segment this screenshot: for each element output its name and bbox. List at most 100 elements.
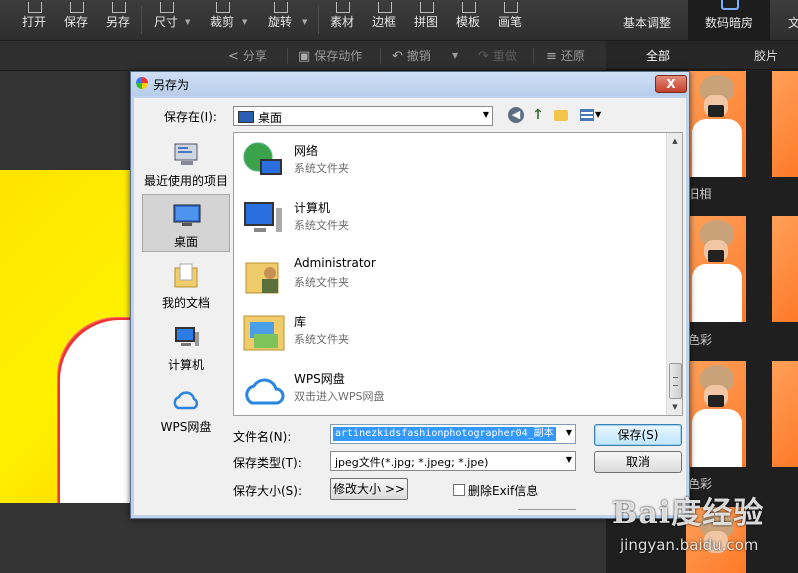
toolbar-divider xyxy=(380,48,381,64)
list-item[interactable]: 网络 系统文件夹 xyxy=(238,133,658,189)
scroll-down-arrow-icon[interactable]: ▼ xyxy=(667,399,682,415)
template-icon xyxy=(462,2,476,13)
undo-icon: ↶ xyxy=(392,49,403,64)
resize-button[interactable]: 修改大小 >> xyxy=(330,478,408,500)
save-dialog-button[interactable]: 保存(S) xyxy=(594,424,682,446)
darkroom-icon xyxy=(721,0,739,10)
file-list-scrollbar[interactable]: ▲ ▼ xyxy=(666,133,682,415)
dialog-body: 保存在(I): 桌面 ▼ ◀ ↑ ▼ 最近使用的项目 桌面 我的文档 计算机 W… xyxy=(134,98,686,515)
remove-exif-checkbox[interactable] xyxy=(453,484,465,496)
filename-input[interactable]: artinezkidsfashionphotographer04_副本 ▼ xyxy=(330,424,576,444)
view-menu-button[interactable] xyxy=(580,109,594,121)
tab-film[interactable]: 胶片 xyxy=(754,47,778,64)
effect-thumbnail[interactable] xyxy=(686,216,746,322)
computer-icon xyxy=(175,327,199,346)
cancel-button[interactable]: 取消 xyxy=(594,451,682,473)
effect-thumbnail[interactable] xyxy=(772,216,798,322)
photo-preview xyxy=(0,170,132,503)
baidu-watermark: Bai度经验 jingyan.baidu.com xyxy=(612,496,765,554)
filesize-label: 保存大小(S): xyxy=(233,484,303,498)
chevron-down-icon[interactable]: ▼ xyxy=(566,428,572,437)
scrollbar-thumb[interactable] xyxy=(669,363,682,399)
redo-button[interactable]: ↷ 重做 xyxy=(478,47,517,64)
chevron-down-icon[interactable]: ▼ xyxy=(452,51,458,60)
photo-subject xyxy=(60,320,132,503)
filetype-label: 保存类型(T): xyxy=(233,456,302,470)
share-icon: < xyxy=(228,49,239,64)
file-list[interactable]: 网络 系统文件夹 计算机 系统文件夹 Administrator 系统文件夹 库… xyxy=(233,132,683,416)
places-bar: 最近使用的项目 桌面 我的文档 计算机 WPS网盘 xyxy=(142,134,230,434)
save-in-select[interactable]: 桌面 ▼ xyxy=(233,106,493,126)
rotate-tool-button[interactable]: 旋转 xyxy=(266,0,294,40)
close-button[interactable]: X xyxy=(655,75,687,93)
dialog-titlebar[interactable]: 另存为 X xyxy=(131,72,689,96)
chevron-down-icon[interactable]: ▼ xyxy=(185,18,190,26)
list-item[interactable]: 库 系统文件夹 xyxy=(238,304,658,360)
brush-icon xyxy=(504,2,518,13)
open-button[interactable]: 打开 xyxy=(20,0,48,40)
filename-label: 文件名(N): xyxy=(233,430,292,444)
effect-thumbnail[interactable] xyxy=(686,361,746,467)
place-wps-cloud[interactable]: WPS网盘 xyxy=(142,380,230,438)
tab-basic-adjust[interactable]: 基本调整 xyxy=(606,0,688,40)
border-icon xyxy=(378,2,392,13)
list-item[interactable]: Administrator 系统文件夹 xyxy=(238,247,658,303)
chevron-down-icon[interactable]: ▼ xyxy=(595,110,601,119)
template-button[interactable]: 模板 xyxy=(454,0,482,40)
open-icon xyxy=(28,2,42,13)
save-button[interactable]: 保存 xyxy=(62,0,90,40)
remove-exif-label: 删除Exif信息 xyxy=(468,484,539,498)
border-button[interactable]: 边框 xyxy=(370,0,398,40)
desktop-icon xyxy=(238,111,254,123)
tab-all[interactable]: 全部 xyxy=(646,47,670,64)
place-documents[interactable]: 我的文档 xyxy=(142,256,230,314)
computer-icon xyxy=(244,202,282,232)
effect-label: 色彩 xyxy=(688,333,713,347)
save-as-icon xyxy=(112,2,126,13)
crop-tool-button[interactable]: 裁剪 xyxy=(208,0,236,40)
resize-tool-button[interactable]: 尺寸 xyxy=(152,0,180,40)
toolbar-divider xyxy=(533,48,534,64)
save-as-button[interactable]: 另存 xyxy=(104,0,132,40)
tab-text[interactable]: 文 xyxy=(770,0,798,40)
new-folder-button[interactable] xyxy=(554,110,568,121)
toolbar-divider xyxy=(318,6,319,34)
main-toolbar: 打开 保存 另存 尺寸 ▼ 裁剪 ▼ 旋转 ▼ 素材 边框 拼图 模板 画笔 基… xyxy=(0,0,798,41)
share-button[interactable]: < 分享 xyxy=(228,47,267,64)
save-action-icon: ▣ xyxy=(298,49,311,64)
filetype-select[interactable]: jpeg文件(*.jpg; *.jpeg; *.jpe) ▼ xyxy=(330,451,576,471)
desktop-icon xyxy=(173,204,201,226)
cloud-icon xyxy=(245,378,285,405)
collage-button[interactable]: 拼图 xyxy=(412,0,440,40)
save-in-label: 保存在(I): xyxy=(164,110,217,124)
collage-icon xyxy=(420,2,434,13)
place-desktop[interactable]: 桌面 xyxy=(142,194,230,252)
effects-tabs: 全部 胶片 xyxy=(606,41,798,70)
scroll-up-arrow-icon[interactable]: ▲ xyxy=(667,133,682,149)
effect-thumbnail[interactable] xyxy=(686,71,746,177)
effect-thumbnail[interactable] xyxy=(772,71,798,177)
cloud-icon xyxy=(173,391,199,410)
material-button[interactable]: 素材 xyxy=(328,0,356,40)
effect-thumbnail[interactable] xyxy=(772,361,798,467)
undo-button[interactable]: ↶ 撤销 xyxy=(392,47,431,64)
app-logo-icon xyxy=(136,77,148,89)
save-action-button[interactable]: ▣ 保存动作 xyxy=(298,47,362,64)
toolbar-divider xyxy=(141,6,142,34)
chevron-down-icon[interactable]: ▼ xyxy=(302,18,307,26)
restore-button[interactable]: ≡ 还原 xyxy=(546,47,585,64)
list-item[interactable]: 计算机 系统文件夹 xyxy=(238,190,658,246)
place-computer[interactable]: 计算机 xyxy=(142,318,230,376)
chevron-down-icon[interactable]: ▼ xyxy=(242,18,247,26)
dialog-divider xyxy=(518,509,576,516)
restore-icon: ≡ xyxy=(546,49,557,64)
list-item[interactable]: WPS网盘 双击进入WPS网盘 xyxy=(238,361,658,415)
place-recent[interactable]: 最近使用的项目 xyxy=(142,134,230,192)
brush-button[interactable]: 画笔 xyxy=(496,0,524,40)
tab-digital-darkroom[interactable]: 数码暗房 xyxy=(688,0,770,40)
chevron-down-icon: ▼ xyxy=(482,110,489,119)
up-folder-button[interactable]: ↑ xyxy=(530,107,546,123)
back-button[interactable]: ◀ xyxy=(508,107,524,123)
save-icon xyxy=(70,2,84,13)
recent-items-icon xyxy=(174,143,198,165)
